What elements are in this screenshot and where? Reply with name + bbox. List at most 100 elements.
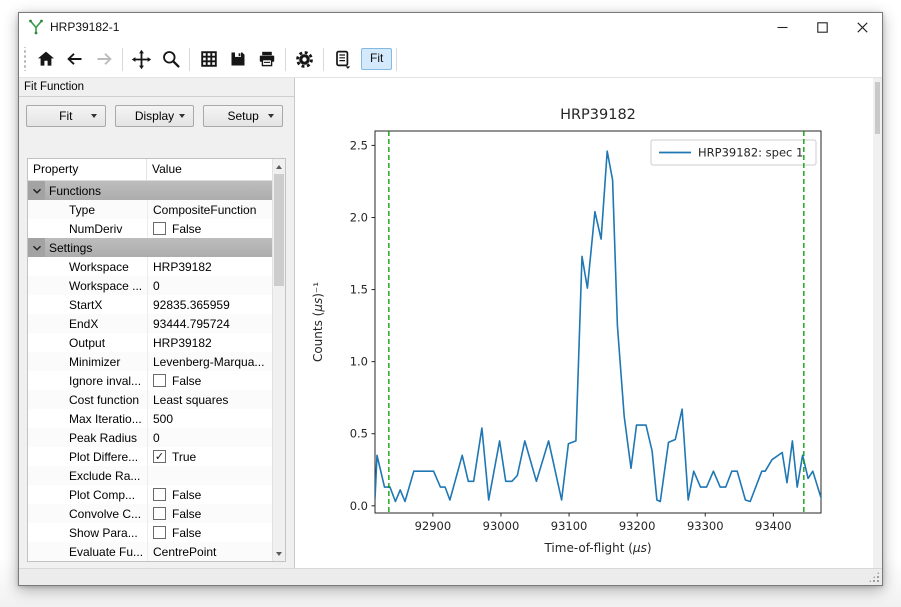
- minimize-button[interactable]: [762, 13, 802, 41]
- property-name: Max Iteratio...: [28, 412, 147, 426]
- svg-text:1.0: 1.0: [350, 355, 368, 369]
- property-row[interactable]: WorkspaceHRP39182: [28, 257, 272, 276]
- plot-panel-scrollbar[interactable]: [873, 78, 882, 568]
- svg-text:93300: 93300: [687, 519, 724, 533]
- checkbox-unchecked[interactable]: [153, 222, 166, 235]
- pan-button[interactable]: [127, 45, 156, 74]
- property-value[interactable]: ✓ True: [147, 447, 272, 466]
- close-button[interactable]: [842, 13, 882, 41]
- checkbox-unchecked[interactable]: [153, 526, 166, 539]
- property-value[interactable]: 93444.795724: [147, 314, 272, 333]
- property-value[interactable]: Levenberg-Marqua...: [147, 352, 272, 371]
- checkbox-label: False: [172, 488, 201, 502]
- checkbox-unchecked[interactable]: [153, 488, 166, 501]
- scroll-up-button[interactable]: [273, 159, 285, 174]
- property-group-row[interactable]: Functions: [28, 181, 272, 200]
- fit-menu-button[interactable]: Fit: [26, 105, 106, 127]
- toolbar-drag-handle[interactable]: [22, 47, 27, 71]
- setup-menu-label: Setup: [228, 109, 259, 123]
- maximize-button[interactable]: [802, 13, 842, 41]
- back-button[interactable]: [60, 45, 89, 74]
- save-button[interactable]: [223, 45, 252, 74]
- collapse-chevron[interactable]: [28, 181, 45, 200]
- property-row[interactable]: MinimizerLevenberg-Marqua...: [28, 352, 272, 371]
- property-value[interactable]: False: [147, 371, 272, 390]
- property-value[interactable]: False: [147, 523, 272, 542]
- plot-canvas[interactable]: HRP391829290093000931009320093300934000.…: [296, 88, 874, 566]
- chevron-down-icon: [30, 241, 44, 255]
- property-row[interactable]: Plot Differe... ✓ True: [28, 447, 272, 466]
- property-value[interactable]: 500: [147, 409, 272, 428]
- generate-script-icon: [332, 49, 353, 70]
- checkbox-label: False: [172, 507, 201, 521]
- scrollbar-thumb[interactable]: [274, 174, 284, 286]
- scroll-down-button[interactable]: [273, 546, 285, 561]
- property-value[interactable]: CentrePoint: [147, 542, 272, 561]
- property-value[interactable]: 0: [147, 428, 272, 447]
- property-name: Ignore inval...: [28, 374, 147, 388]
- property-row[interactable]: Show Para...False: [28, 523, 272, 542]
- axes-frame: [375, 131, 821, 513]
- property-row[interactable]: Plot Comp...False: [28, 485, 272, 504]
- checkbox-label: False: [172, 374, 201, 388]
- customize-button[interactable]: [290, 45, 319, 74]
- toolbar-separator: [285, 48, 286, 71]
- collapse-chevron[interactable]: [28, 238, 45, 257]
- property-name: Show Para...: [28, 526, 147, 540]
- grid-button[interactable]: [194, 45, 223, 74]
- property-row[interactable]: StartX92835.365959: [28, 295, 272, 314]
- generate-script-button[interactable]: [328, 45, 357, 74]
- checkbox-checked[interactable]: ✓: [153, 450, 166, 463]
- property-value[interactable]: HRP39182: [147, 257, 272, 276]
- property-row[interactable]: Exclude Ra...: [28, 466, 272, 485]
- home-button[interactable]: [31, 45, 60, 74]
- property-row[interactable]: NumDerivFalse: [28, 219, 272, 238]
- checkbox-label: True: [172, 450, 196, 464]
- property-value[interactable]: CompositeFunction: [147, 200, 272, 219]
- property-value[interactable]: False: [147, 504, 272, 523]
- property-row[interactable]: Peak Radius0: [28, 428, 272, 447]
- property-row[interactable]: Max Iteratio...500: [28, 409, 272, 428]
- plot-toolbar: Fit: [19, 41, 882, 78]
- property-rows: FunctionsTypeCompositeFunctionNumDerivFa…: [28, 181, 272, 561]
- property-row[interactable]: EndX93444.795724: [28, 314, 272, 333]
- svg-text:93200: 93200: [619, 519, 656, 533]
- toolbar-separator: [396, 48, 397, 71]
- property-value[interactable]: False: [147, 485, 272, 504]
- display-menu-label: Display: [135, 109, 174, 123]
- forward-button[interactable]: [89, 45, 118, 74]
- x-axis-ticks: 929009300093100932009330093400: [415, 513, 792, 533]
- maximize-icon: [817, 22, 828, 33]
- display-menu-button[interactable]: Display: [115, 105, 195, 127]
- zoom-button[interactable]: [156, 45, 185, 74]
- resize-grip[interactable]: [868, 571, 880, 583]
- fit-toggle-button[interactable]: Fit: [361, 48, 392, 70]
- property-name: Plot Differe...: [28, 450, 147, 464]
- checkbox-label: False: [172, 222, 201, 236]
- property-value[interactable]: HRP39182: [147, 333, 272, 352]
- property-row[interactable]: Convolve C...False: [28, 504, 272, 523]
- property-row[interactable]: Ignore inval... False: [28, 371, 272, 390]
- property-value[interactable]: [147, 466, 272, 485]
- svg-text:1.5: 1.5: [350, 283, 368, 297]
- print-button[interactable]: [252, 45, 281, 74]
- property-value[interactable]: False: [147, 219, 272, 238]
- property-row[interactable]: TypeCompositeFunction: [28, 200, 272, 219]
- property-value[interactable]: Least squares: [147, 390, 272, 409]
- property-scrollbar[interactable]: [272, 159, 285, 561]
- checkbox-unchecked[interactable]: [153, 507, 166, 520]
- property-row[interactable]: Evaluate Fu...CentrePoint: [28, 542, 272, 561]
- fit-function-dock: Fit Function Fit Display Setup: [19, 78, 295, 568]
- titlebar[interactable]: HRP39182-1: [19, 13, 882, 41]
- property-row[interactable]: OutputHRP39182: [28, 333, 272, 352]
- checkbox-unchecked[interactable]: [153, 374, 166, 387]
- property-row[interactable]: Cost functionLeast squares: [28, 390, 272, 409]
- plot-title: HRP39182: [560, 107, 636, 123]
- property-row[interactable]: Workspace ...0: [28, 276, 272, 295]
- property-value[interactable]: 92835.365959: [147, 295, 272, 314]
- property-group-row[interactable]: Settings: [28, 238, 272, 257]
- setup-menu-button[interactable]: Setup: [203, 105, 283, 127]
- close-icon: [857, 22, 868, 33]
- plot-scrollbar-thumb[interactable]: [875, 82, 880, 134]
- property-value[interactable]: 0: [147, 276, 272, 295]
